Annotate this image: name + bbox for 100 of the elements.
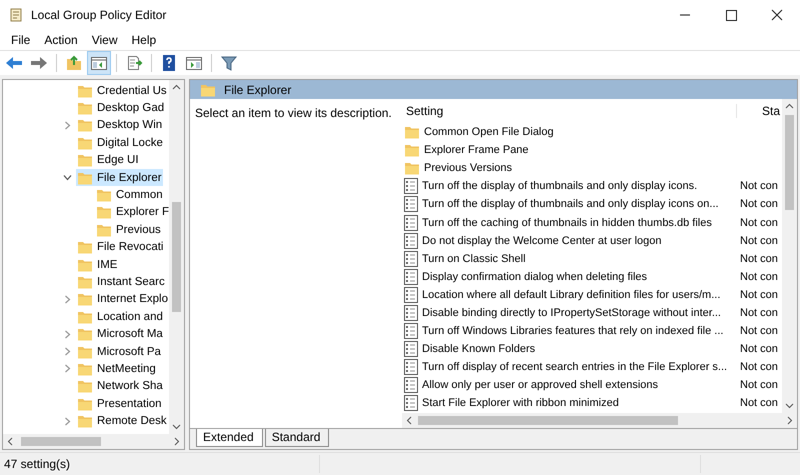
table-cell-text: Not con (739, 397, 778, 410)
setting-item[interactable]: Turn off the caching of thumbnails in hidden thumbs.db files (402, 214, 738, 231)
table-cell-text: Not con (739, 343, 778, 356)
policy-icon (404, 341, 418, 358)
vertical-scrollbar[interactable] (782, 99, 797, 413)
collapse-chevron-icon[interactable] (62, 294, 72, 304)
policy-icon (404, 196, 418, 212)
tree-item[interactable]: Presentation (76, 395, 163, 412)
folder-icon (77, 413, 93, 430)
view-tab[interactable]: Standard (264, 429, 330, 447)
tree-item[interactable]: NetMeeting (76, 360, 157, 378)
collapse-chevron-icon[interactable] (62, 416, 72, 426)
description-text: Select an item to view its description. (195, 106, 392, 120)
tree-item[interactable]: Desktop Gad (76, 100, 166, 117)
tree-item[interactable]: Desktop Win (76, 116, 164, 134)
policy-icon (404, 178, 418, 194)
horizontal-scrollbar[interactable] (3, 434, 184, 449)
table-cell-text: Not con (739, 288, 778, 301)
table-cell-text: Not con (739, 234, 778, 247)
tree-item[interactable]: Explorer F (95, 204, 169, 221)
tree-item[interactable]: Microsoft Pa (76, 343, 162, 360)
setting-item[interactable]: Common Open File Dialog (402, 124, 738, 140)
collapse-chevron-icon[interactable] (62, 347, 72, 356)
scroll-thumb[interactable] (172, 202, 181, 312)
policy-icon (404, 268, 418, 285)
policy-icon (404, 377, 418, 394)
tree-item[interactable]: Remote Desk (76, 412, 168, 430)
policy-icon (404, 395, 418, 412)
setting-item[interactable]: Turn off Windows Libraries features that rely on indexed file ... (402, 323, 738, 340)
vertical-scrollbar[interactable] (169, 80, 184, 434)
collapse-chevron-icon[interactable] (62, 330, 72, 339)
collapse-chevron-icon[interactable] (62, 120, 72, 130)
scroll-up-icon[interactable] (172, 84, 181, 90)
scroll-icon (8, 7, 24, 23)
setting-item[interactable]: Turn off display of recent search entries in the File Explorer s... (402, 359, 738, 376)
scroll-down-icon[interactable] (785, 403, 794, 409)
setting-item[interactable]: Turn off the display of thumbnails and only display icons. (402, 178, 738, 194)
pane-toggle-icon[interactable] (88, 52, 110, 74)
folder-icon (96, 204, 112, 220)
table-cell-text: Not con (739, 379, 778, 392)
folder-icon (77, 152, 93, 168)
scroll-left-icon[interactable] (406, 416, 412, 425)
setting-item[interactable]: Do not display the Welcome Center at user logon (402, 232, 738, 249)
tree-item[interactable]: Network Sha (76, 378, 164, 395)
setting-item[interactable]: Disable binding directly to IPropertySetStorage without inter... (402, 304, 738, 321)
scroll-right-icon[interactable] (787, 416, 793, 425)
scroll-down-icon[interactable] (172, 424, 181, 430)
scroll-left-icon[interactable] (7, 437, 13, 446)
tree-item[interactable]: IME (76, 256, 118, 274)
setting-item[interactable]: Explorer Frame Pane (402, 142, 738, 158)
setting-item[interactable]: Location where all default Library definition files for users/m... (402, 286, 738, 303)
policy-icon (404, 323, 418, 340)
menu-item[interactable]: File (4, 33, 38, 47)
tree-item[interactable]: Location and (76, 308, 164, 326)
scroll-thumb[interactable] (785, 115, 794, 210)
scroll-right-icon[interactable] (174, 437, 180, 446)
scroll-thumb[interactable] (21, 437, 101, 446)
scroll-thumb[interactable] (418, 416, 678, 425)
folder-icon (404, 142, 420, 158)
setting-item[interactable]: Turn off the display of thumbnails and only display icons on... (402, 196, 738, 212)
expand-chevron-icon[interactable] (62, 173, 72, 182)
setting-item[interactable]: Start File Explorer with ribbon minimized (402, 395, 738, 412)
setting-item[interactable]: Allow only per user or approved shell extensions (402, 377, 738, 394)
setting-item[interactable]: Disable Known Folders (402, 341, 738, 358)
folder-icon (77, 326, 93, 342)
tree-item[interactable]: Edge UI (76, 152, 140, 169)
policy-icon (404, 286, 418, 303)
folder-icon (77, 239, 93, 256)
tree-item[interactable]: Previous (95, 221, 162, 238)
scroll-up-icon[interactable] (785, 103, 794, 109)
folder-icon (77, 117, 93, 134)
folder-icon (77, 100, 93, 116)
menu-item[interactable]: Action (37, 33, 85, 47)
tree-item[interactable]: Digital Locke (76, 134, 164, 152)
folder-icon (77, 291, 93, 308)
folder-icon (77, 378, 93, 394)
policy-icon (404, 250, 418, 267)
folder-icon (404, 160, 420, 176)
policy-icon (404, 304, 418, 321)
collapse-chevron-icon[interactable] (62, 364, 72, 374)
column-header[interactable]: Setting (402, 104, 736, 118)
horizontal-scrollbar[interactable] (402, 413, 797, 428)
table-cell-text: Not con (739, 216, 778, 229)
tree-item[interactable]: File Revocati (76, 238, 164, 256)
setting-item[interactable]: Previous Versions (402, 160, 738, 176)
tree-item[interactable]: Internet Explo (76, 290, 169, 308)
setting-item[interactable]: Display confirmation dialog when deleting files (402, 268, 738, 285)
menu-item[interactable]: View (84, 33, 124, 47)
table-cell-text: Not con (739, 180, 778, 192)
tree-item[interactable]: Microsoft Ma (76, 326, 164, 343)
status-text: 47 setting(s) (3, 457, 72, 471)
view-tab[interactable]: Extended (196, 429, 263, 447)
menu-item[interactable]: Help (124, 33, 164, 47)
policy-icon (404, 359, 418, 376)
tree-item[interactable]: Credential Us (76, 82, 168, 100)
tree-item[interactable]: Instant Searc (76, 273, 166, 290)
table-cell-text: Not con (739, 325, 778, 338)
tree-item[interactable]: File Explorer (76, 169, 163, 186)
setting-item[interactable]: Turn on Classic Shell (402, 250, 738, 267)
tree-item[interactable]: Common (95, 186, 164, 204)
